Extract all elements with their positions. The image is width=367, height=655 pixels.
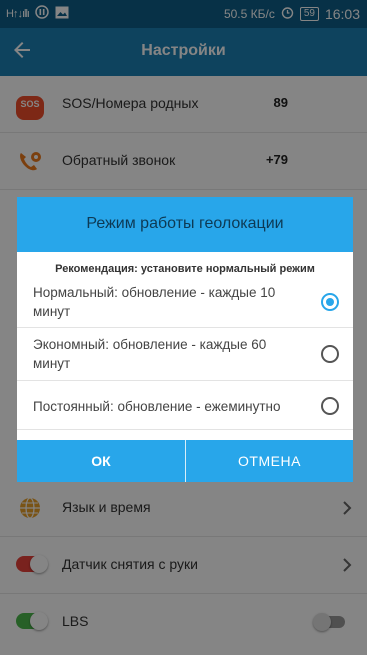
dialog-header: Режим работы геолокации: [17, 197, 353, 252]
option-label: Постоянный: обновление - ежеминутно: [33, 399, 281, 414]
geolocation-mode-dialog: Режим работы геолокации Рекомендация: ус…: [17, 197, 353, 482]
ok-button[interactable]: ОК: [17, 440, 185, 482]
dialog-title: Режим работы геолокации: [86, 215, 284, 232]
radio-unselected-icon[interactable]: [321, 345, 339, 363]
option-economy[interactable]: Экономный: обновление - каждые 60 минут: [17, 328, 353, 381]
option-label: Экономный: обновление - каждые 60 минут: [33, 337, 267, 371]
option-label: Нормальный: обновление - каждые 10 минут: [33, 285, 276, 319]
radio-selected-icon[interactable]: [321, 293, 339, 311]
dialog-recommendation: Рекомендация: установите нормальный режи…: [55, 263, 315, 275]
option-normal[interactable]: Нормальный: обновление - каждые 10 минут: [17, 277, 353, 328]
cancel-button[interactable]: ОТМЕНА: [186, 440, 353, 482]
radio-unselected-icon[interactable]: [321, 397, 339, 415]
option-constant[interactable]: Постоянный: обновление - ежеминутно: [17, 381, 353, 430]
